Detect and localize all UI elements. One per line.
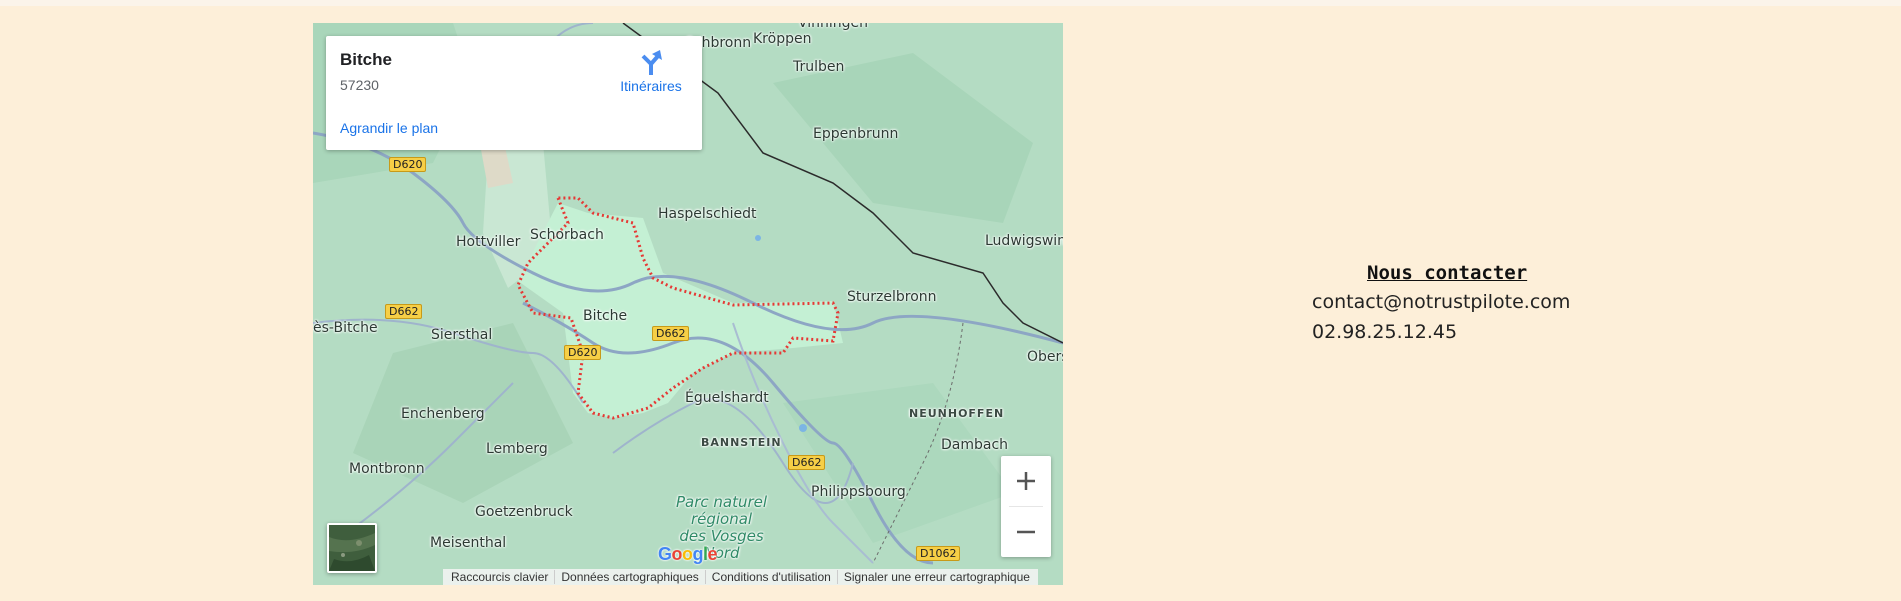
place-postcode: 57230 <box>340 77 379 93</box>
place-label: Eppenbrunn <box>813 126 899 142</box>
logo-letter: e <box>707 544 718 564</box>
region-label: BANNSTEIN <box>701 436 782 449</box>
place-label: Lemberg <box>486 441 548 457</box>
zoom-out-button[interactable] <box>1001 507 1051 557</box>
place-label: Dambach <box>941 437 1009 453</box>
contact-email[interactable]: contact@notrustpilote.com <box>1312 291 1570 313</box>
place-label: Ludwigswin <box>985 233 1063 249</box>
directions-button[interactable]: Itinéraires <box>611 48 691 94</box>
embedded-map[interactable]: Vinningen Schbronn Kröppen Trulben Eppen… <box>313 23 1063 585</box>
road-shield: D662 <box>788 455 826 470</box>
place-label: Kröppen <box>753 31 812 47</box>
road-shield: D620 <box>564 345 602 360</box>
map-attribution-bar: Raccourcis clavier Données cartographiqu… <box>443 569 1038 585</box>
logo-letter: G <box>658 544 672 564</box>
place-label: Goetzenbruck <box>475 504 573 520</box>
keyboard-shortcuts-link[interactable]: Raccourcis clavier <box>445 570 556 584</box>
place-info-card: Bitche 57230 Agrandir le plan Itinéraire… <box>326 36 702 150</box>
place-label: Siersthal <box>431 327 493 343</box>
park-label-line: des Vosges <box>679 527 764 545</box>
place-label: Montbronn <box>349 461 425 477</box>
map-data-link[interactable]: Données cartographiques <box>555 570 706 584</box>
road-shield: D662 <box>385 304 423 319</box>
logo-letter: o <box>671 544 683 564</box>
region-label: NEUNHOFFEN <box>909 407 1005 420</box>
terms-link[interactable]: Conditions d'utilisation <box>706 570 838 584</box>
place-label: Meisenthal <box>430 535 507 551</box>
place-label: Schorbach <box>530 227 604 243</box>
place-label: Vinningen <box>798 23 869 31</box>
map-layer-toggle[interactable] <box>327 523 377 573</box>
place-label: Bitche <box>583 308 628 324</box>
zoom-in-button[interactable] <box>1001 456 1051 506</box>
report-error-link[interactable]: Signaler une erreur cartographique <box>838 570 1036 584</box>
minus-icon <box>1017 530 1035 534</box>
place-label: Hottviller <box>456 234 521 250</box>
place-label: Trulben <box>793 59 845 75</box>
place-title: Bitche <box>340 50 392 69</box>
place-label: Haspelschiedt <box>658 206 757 222</box>
directions-label: Itinéraires <box>620 78 682 94</box>
enlarge-map-link[interactable]: Agrandir le plan <box>340 120 438 136</box>
top-strip <box>0 0 1901 6</box>
road-shield: D620 <box>389 157 427 172</box>
road-shield: D1062 <box>916 546 961 561</box>
place-label: ès-Bitche <box>313 320 378 336</box>
logo-letter: o <box>682 544 693 564</box>
road-shield: D662 <box>652 326 690 341</box>
google-logo: Google <box>658 544 718 565</box>
place-label: Enchenberg <box>401 406 485 422</box>
logo-letter: g <box>692 544 704 564</box>
park-label-line: Parc naturel <box>676 493 768 511</box>
directions-icon <box>641 50 662 75</box>
place-label: Éguelshardt <box>685 390 769 406</box>
plus-icon <box>1017 472 1035 490</box>
satellite-thumbnail <box>329 525 375 571</box>
park-label-line: régional <box>690 510 753 528</box>
place-label: Philippsbourg <box>811 484 906 500</box>
contact-phone[interactable]: 02.98.25.12.45 <box>1312 321 1457 343</box>
contact-heading: Nous contacter <box>1367 262 1528 284</box>
zoom-control <box>1001 456 1051 557</box>
place-label: Sturzelbronn <box>847 289 937 305</box>
place-label: Obers <box>1027 349 1063 365</box>
